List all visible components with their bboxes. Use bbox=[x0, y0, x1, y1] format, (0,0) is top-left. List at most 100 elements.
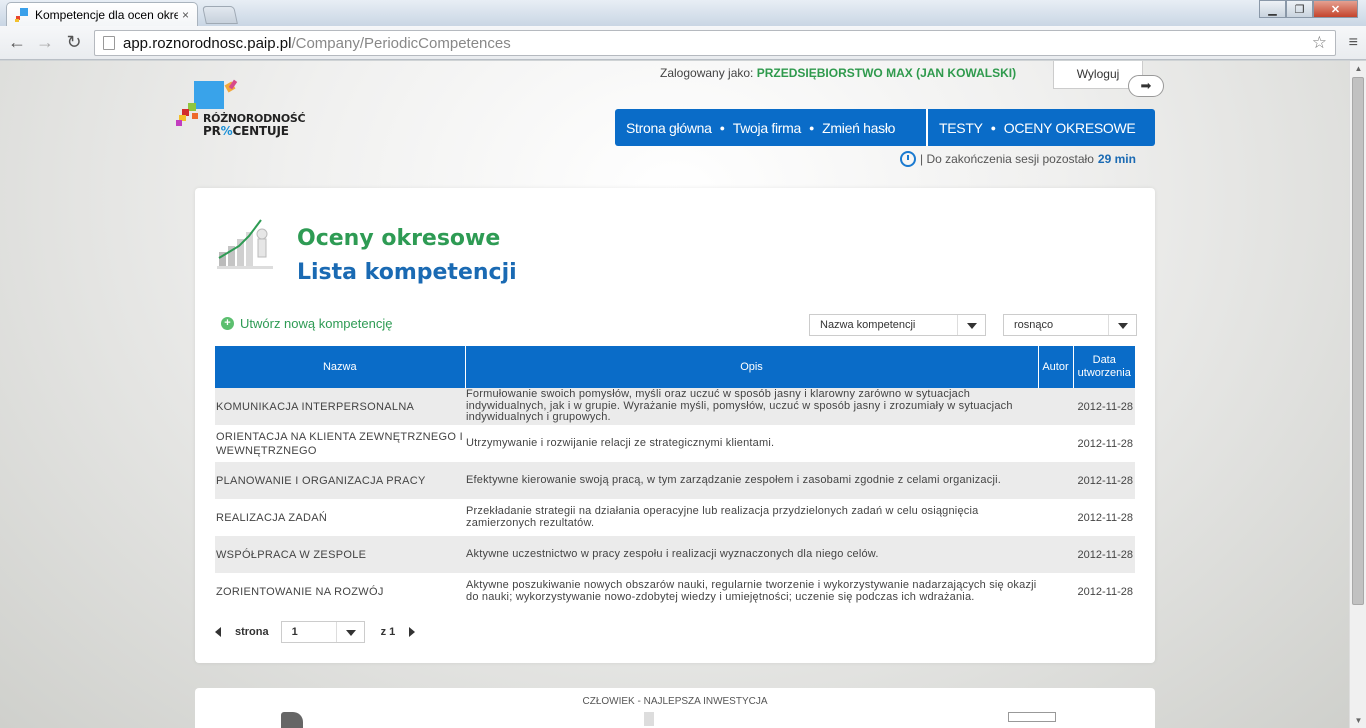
login-user: PRZEDSIĘBIORSTWO MAX (JAN KOWALSKI) bbox=[756, 66, 1017, 80]
cell-name[interactable]: REALIZACJA ZADAŃ bbox=[215, 499, 465, 536]
browser-tab[interactable]: Kompetencje dla ocen okresowych × bbox=[6, 2, 198, 26]
nav-item-periodic-reviews[interactable]: OCENY OKRESOWE bbox=[1004, 120, 1136, 136]
create-competence-link[interactable]: + Utwórz nową kompetencję bbox=[221, 316, 392, 331]
chevron-down-icon bbox=[335, 622, 364, 642]
sort-field-select[interactable]: Nazwa kompetencji bbox=[809, 314, 986, 336]
close-window-button[interactable]: ✕ bbox=[1313, 0, 1358, 18]
competences-table: Nazwa Opis Autor Data utworzenia KOMUNIK… bbox=[215, 346, 1135, 610]
favicon-icon bbox=[15, 7, 29, 22]
logo-text-bottom: PR%CENTUJE bbox=[203, 124, 289, 138]
cell-description: Przekładanie strategii na działania oper… bbox=[465, 499, 1038, 536]
reload-icon[interactable]: ↻ bbox=[63, 32, 85, 53]
cell-name[interactable]: PLANOWANIE I ORGANIZACJA PRACY bbox=[215, 462, 465, 499]
cell-author bbox=[1038, 425, 1073, 462]
cell-name[interactable]: ZORIENTOWANIE NA ROZWÓJ bbox=[215, 573, 465, 610]
cell-date: 2012-11-28 bbox=[1073, 536, 1135, 573]
site-logo[interactable]: RÓŻNORODNOŚĆ PR%CENTUJE bbox=[174, 79, 309, 145]
pagination: strona 1 z 1 bbox=[215, 621, 416, 643]
content-panel: Oceny okresowe Lista kompetencji + Utwór… bbox=[195, 188, 1155, 663]
scroll-down-icon[interactable]: ▼ bbox=[1350, 713, 1366, 728]
page-icon bbox=[103, 36, 115, 50]
cell-author bbox=[1038, 536, 1073, 573]
sort-field-value: Nazwa kompetencji bbox=[820, 319, 916, 331]
table-row[interactable]: REALIZACJA ZADAŃ Przekładanie strategii … bbox=[215, 499, 1135, 536]
column-header-description[interactable]: Opis bbox=[465, 346, 1039, 388]
cell-date: 2012-11-28 bbox=[1073, 388, 1135, 425]
bookmark-star-icon[interactable]: ☆ bbox=[1312, 33, 1327, 53]
page-title: Oceny okresowe bbox=[297, 226, 501, 251]
nav-group-modules: TESTY ● OCENY OKRESOWE bbox=[926, 109, 1155, 146]
footer-logo-icon bbox=[281, 712, 303, 728]
cell-author bbox=[1038, 499, 1073, 536]
chevron-down-icon bbox=[957, 315, 985, 335]
minimize-button[interactable]: ▁ bbox=[1259, 0, 1286, 18]
session-minutes: 29 min bbox=[1097, 152, 1136, 166]
login-label: Zalogowany jako: bbox=[660, 66, 754, 80]
url-path: /Company/PeriodicCompetences bbox=[291, 34, 511, 52]
logout-arrow-icon[interactable]: ➡ bbox=[1128, 75, 1164, 97]
cell-description: Formułowanie swoich pomysłów, myśli oraz… bbox=[465, 388, 1038, 425]
window-controls: ▁ ❐ ✕ bbox=[1259, 0, 1358, 18]
prev-page-icon[interactable] bbox=[215, 627, 221, 637]
table-row[interactable]: KOMUNIKACJA INTERPERSONALNA Formułowanie… bbox=[215, 388, 1135, 425]
cell-author bbox=[1038, 388, 1073, 425]
nav-separator: ● bbox=[990, 122, 996, 133]
table-row[interactable]: WSPÓŁPRACA W ZESPOLE Aktywne uczestnictw… bbox=[215, 536, 1135, 573]
cell-name[interactable]: WSPÓŁPRACA W ZESPOLE bbox=[215, 536, 465, 573]
nav-item-tests[interactable]: TESTY bbox=[939, 120, 983, 136]
cell-date: 2012-11-28 bbox=[1073, 462, 1135, 499]
alarm-clock-icon bbox=[900, 151, 916, 167]
session-text: | Do zakończenia sesji pozostało bbox=[920, 152, 1094, 166]
login-info: Zalogowany jako: PRZEDSIĘBIORSTWO MAX (J… bbox=[660, 66, 1016, 80]
footer-panel: CZŁOWIEK - NAJLEPSZA INWESTYCJA bbox=[195, 688, 1155, 728]
back-arrow-icon[interactable]: ← bbox=[6, 32, 28, 53]
chevron-down-icon bbox=[1108, 315, 1136, 335]
column-header-name[interactable]: Nazwa bbox=[215, 346, 466, 388]
column-header-date[interactable]: Data utworzenia bbox=[1073, 346, 1135, 388]
browser-menu-icon[interactable]: ≡ bbox=[1349, 34, 1358, 52]
footer-title: CZŁOWIEK - NAJLEPSZA INWESTYCJA bbox=[582, 696, 768, 707]
scroll-thumb[interactable] bbox=[1352, 77, 1364, 605]
sort-order-value: rosnąco bbox=[1014, 319, 1054, 331]
column-header-author[interactable]: Autor bbox=[1038, 346, 1074, 388]
session-timer: | Do zakończenia sesji pozostało 29 min bbox=[900, 151, 1136, 167]
page-select-value: 1 bbox=[291, 626, 298, 638]
next-page-icon[interactable] bbox=[409, 627, 416, 637]
cell-author bbox=[1038, 573, 1073, 610]
tab-title: Kompetencje dla ocen okresowych bbox=[35, 7, 178, 22]
browser-toolbar: ← → ↻ app.roznorodnosc.paip.pl/Company/P… bbox=[0, 26, 1366, 60]
nav-item-company[interactable]: Twoja firma bbox=[733, 120, 802, 136]
footer-document-icon bbox=[644, 712, 654, 726]
browser-titlebar: Kompetencje dla ocen okresowych × ▁ ❐ ✕ bbox=[0, 0, 1366, 26]
url-host: app.roznorodnosc.paip.pl bbox=[123, 34, 292, 52]
nav-item-change-password[interactable]: Zmień hasło bbox=[822, 120, 895, 136]
create-competence-label: Utwórz nową kompetencję bbox=[240, 316, 393, 331]
table-row[interactable]: ORIENTACJA NA KLIENTA ZEWNĘTRZNEGO I WEW… bbox=[215, 425, 1135, 462]
address-bar[interactable]: app.roznorodnosc.paip.pl/Company/Periodi… bbox=[94, 30, 1336, 56]
nav-separator: ● bbox=[719, 122, 725, 133]
cell-description: Efektywne kierowanie swoją pracą, w tym … bbox=[465, 462, 1038, 499]
forward-arrow-icon[interactable]: → bbox=[34, 32, 56, 53]
nav-item-home[interactable]: Strona główna bbox=[626, 120, 712, 136]
cell-name[interactable]: KOMUNIKACJA INTERPERSONALNA bbox=[215, 388, 465, 425]
table-row[interactable]: PLANOWANIE I ORGANIZACJA PRACY Efektywne… bbox=[215, 462, 1135, 499]
tab-close-icon[interactable]: × bbox=[182, 8, 189, 22]
scroll-up-icon[interactable]: ▲ bbox=[1350, 61, 1366, 76]
page-select[interactable]: 1 bbox=[280, 621, 365, 643]
add-icon: + bbox=[221, 317, 234, 330]
page-scrollbar[interactable]: ▲ ▼ bbox=[1349, 61, 1366, 728]
pager-label: strona bbox=[235, 626, 269, 638]
footer-badge-icon bbox=[1008, 712, 1056, 722]
table-header-row: Nazwa Opis Autor Data utworzenia bbox=[215, 346, 1135, 388]
cell-date: 2012-11-28 bbox=[1073, 499, 1135, 536]
pager-total: z 1 bbox=[380, 626, 396, 638]
table-row[interactable]: ZORIENTOWANIE NA ROZWÓJ Aktywne poszukiw… bbox=[215, 573, 1135, 610]
new-tab-button[interactable] bbox=[202, 6, 238, 24]
page-subtitle: Lista kompetencji bbox=[297, 260, 517, 285]
sort-order-select[interactable]: rosnąco bbox=[1003, 314, 1137, 336]
cell-description: Aktywne poszukiwanie nowych obszarów nau… bbox=[465, 573, 1038, 610]
maximize-button[interactable]: ❐ bbox=[1286, 0, 1313, 18]
cell-description: Aktywne uczestnictwo w pracy zespołu i r… bbox=[465, 536, 1038, 573]
cell-name[interactable]: ORIENTACJA NA KLIENTA ZEWNĘTRZNEGO I WEW… bbox=[215, 425, 465, 462]
cell-date: 2012-11-28 bbox=[1073, 425, 1135, 462]
